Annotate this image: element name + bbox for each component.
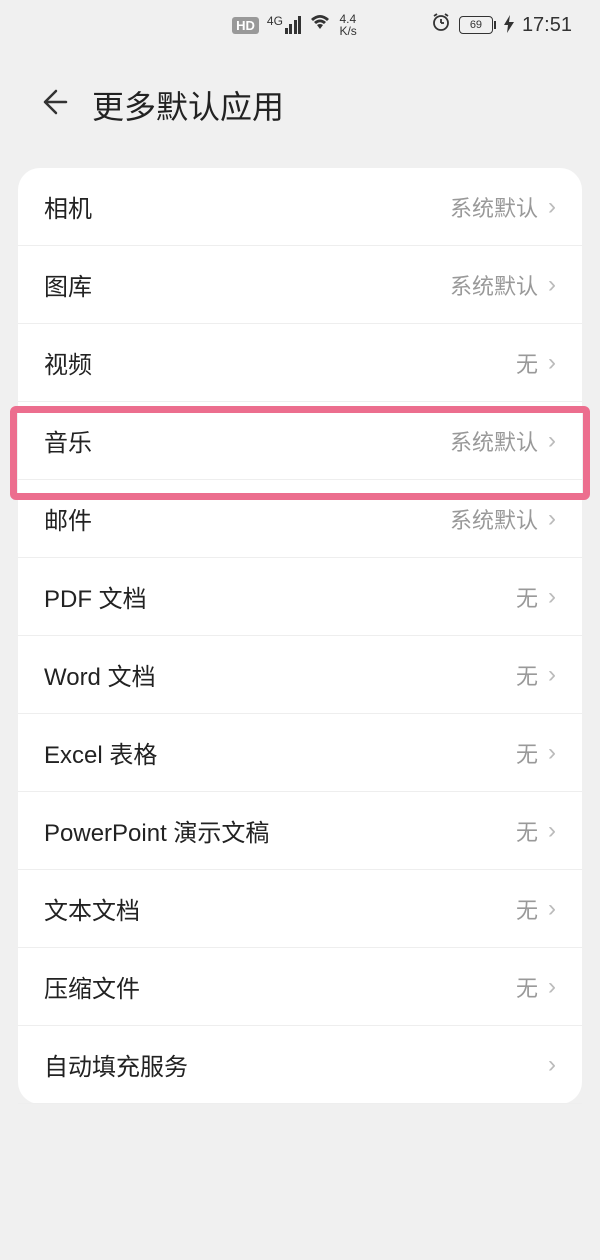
network-type: 4G <box>267 16 283 26</box>
row-music[interactable]: 音乐 系统默认 › <box>18 402 582 480</box>
row-value: 系统默认 <box>450 269 538 301</box>
row-text[interactable]: 文本文档 无 › <box>18 870 582 948</box>
row-label: 邮件 <box>44 501 92 536</box>
row-gallery[interactable]: 图库 系统默认 › <box>18 246 582 324</box>
chevron-right-icon: › <box>548 427 556 455</box>
row-label: 图库 <box>44 267 92 302</box>
row-video[interactable]: 视频 无 › <box>18 324 582 402</box>
chevron-right-icon: › <box>548 739 556 767</box>
chevron-right-icon: › <box>548 505 556 533</box>
row-value: 无 <box>516 347 538 379</box>
row-label: 相机 <box>44 189 92 224</box>
row-value: 系统默认 <box>450 503 538 535</box>
chevron-right-icon: › <box>548 817 556 845</box>
row-label: PDF 文档 <box>44 579 147 614</box>
row-autofill[interactable]: 自动填充服务 › <box>18 1026 582 1104</box>
row-label: Word 文档 <box>44 657 156 692</box>
clock-time: 17:51 <box>522 14 572 37</box>
wifi-icon <box>309 13 331 37</box>
row-pdf[interactable]: PDF 文档 无 › <box>18 558 582 636</box>
page-header: 更多默认应用 <box>0 50 600 152</box>
back-button[interactable] <box>38 87 68 123</box>
row-value: 无 <box>516 659 538 691</box>
net-block: 4G <box>267 16 302 34</box>
row-value: 无 <box>516 581 538 613</box>
hd-badge: HD <box>232 17 259 34</box>
charging-icon <box>504 15 514 36</box>
row-camera[interactable]: 相机 系统默认 › <box>18 168 582 246</box>
row-label: 自动填充服务 <box>44 1047 188 1082</box>
row-label: 文本文档 <box>44 891 140 926</box>
chevron-right-icon: › <box>548 271 556 299</box>
chevron-right-icon: › <box>548 349 556 377</box>
settings-list: 相机 系统默认 › 图库 系统默认 › 视频 无 › 音乐 系统默认 › 邮件 … <box>18 168 582 1104</box>
row-mail[interactable]: 邮件 系统默认 › <box>18 480 582 558</box>
row-powerpoint[interactable]: PowerPoint 演示文稿 无 › <box>18 792 582 870</box>
row-label: 压缩文件 <box>44 969 140 1004</box>
status-right: 69 17:51 <box>431 12 572 38</box>
alarm-icon <box>431 12 451 38</box>
chevron-right-icon: › <box>548 895 556 923</box>
row-label: PowerPoint 演示文稿 <box>44 813 269 848</box>
row-value: 无 <box>516 893 538 925</box>
row-label: Excel 表格 <box>44 735 157 770</box>
row-word[interactable]: Word 文档 无 › <box>18 636 582 714</box>
signal-icon <box>285 16 302 34</box>
row-value: 无 <box>516 971 538 1003</box>
row-value: 系统默认 <box>450 425 538 457</box>
row-label: 视频 <box>44 345 92 380</box>
status-left: HD 4G 4.4K/s <box>158 13 431 37</box>
row-value: 系统默认 <box>450 191 538 223</box>
battery-icon: 69 <box>459 16 496 34</box>
chevron-right-icon: › <box>548 973 556 1001</box>
chevron-right-icon: › <box>548 1051 556 1079</box>
status-bar: HD 4G 4.4K/s 69 17:51 <box>0 0 600 50</box>
chevron-right-icon: › <box>548 583 556 611</box>
chevron-right-icon: › <box>548 193 556 221</box>
page-title: 更多默认应用 <box>92 82 284 128</box>
row-value: 无 <box>516 815 538 847</box>
row-value: 无 <box>516 737 538 769</box>
row-archive[interactable]: 压缩文件 无 › <box>18 948 582 1026</box>
row-excel[interactable]: Excel 表格 无 › <box>18 714 582 792</box>
chevron-right-icon: › <box>548 661 556 689</box>
network-speed: 4.4K/s <box>339 13 356 37</box>
row-label: 音乐 <box>44 423 92 458</box>
